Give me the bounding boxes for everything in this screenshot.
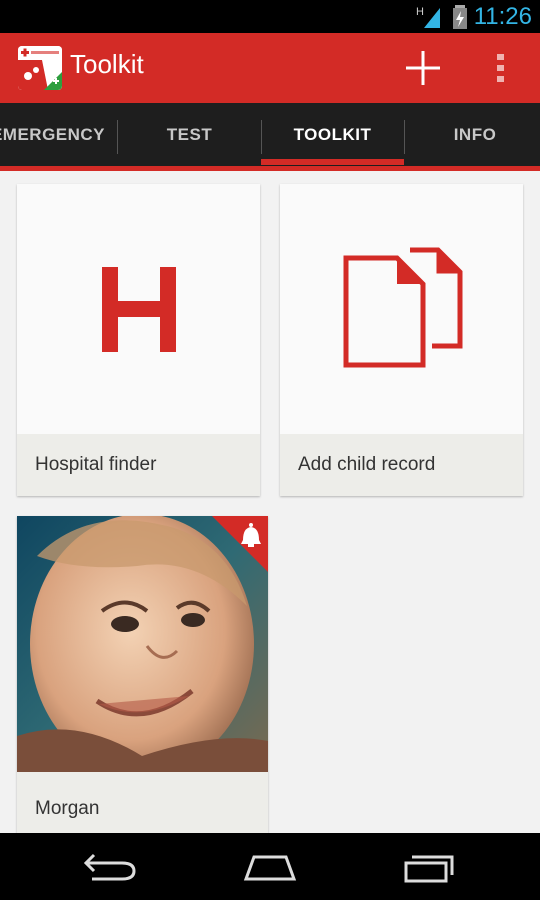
tab-toolkit[interactable]: TOOLKIT (261, 103, 404, 167)
action-bar: Toolkit (0, 33, 540, 103)
hospital-finder-card[interactable]: Hospital finder (17, 184, 260, 496)
plus-icon (406, 51, 440, 85)
recent-apps-button[interactable] (390, 843, 470, 891)
signal-icon: H (416, 6, 440, 28)
alert-badge (212, 516, 268, 572)
overflow-menu-button[interactable] (486, 45, 516, 91)
tab-label: EMERGENCY (0, 125, 106, 144)
document-copy-icon (343, 247, 463, 368)
app-logo (18, 46, 62, 90)
tab-indicator (261, 159, 404, 165)
card-label: Add child record (298, 454, 436, 475)
tab-label: TEST (166, 125, 213, 144)
status-bar: H 11:26 (0, 0, 540, 33)
page-title: Toolkit (70, 49, 144, 79)
recent-apps-icon (404, 855, 454, 883)
tab-emergency[interactable]: EMERGENCY (0, 103, 118, 167)
tab-test[interactable]: TEST (118, 103, 261, 167)
card-label: Morgan (35, 798, 100, 819)
status-time: 11:26 (473, 2, 532, 30)
tab-label: TOOLKIT (293, 125, 372, 144)
card-label: Hospital finder (35, 454, 157, 475)
status-icons: H 11:26 (416, 0, 532, 33)
home-button[interactable] (230, 843, 310, 891)
tab-bar: EMERGENCY TEST TOOLKIT INFO (0, 103, 540, 167)
back-button[interactable] (72, 843, 152, 891)
tab-info[interactable]: INFO (405, 103, 540, 167)
hospital-h-icon (102, 267, 176, 352)
add-button[interactable] (400, 45, 446, 91)
navigation-bar (0, 833, 540, 900)
card-footer: Add child record (280, 434, 523, 496)
home-icon (243, 855, 297, 881)
tab-bar-underline (0, 166, 540, 171)
more-vert-icon (497, 54, 504, 82)
svg-text:H: H (416, 6, 424, 18)
tab-label: INFO (453, 125, 497, 144)
add-child-record-card[interactable]: Add child record (280, 184, 523, 496)
card-footer: Hospital finder (17, 434, 260, 496)
back-icon (83, 853, 136, 881)
battery-icon (452, 4, 467, 29)
child-record-card[interactable]: Morgan (17, 516, 268, 846)
